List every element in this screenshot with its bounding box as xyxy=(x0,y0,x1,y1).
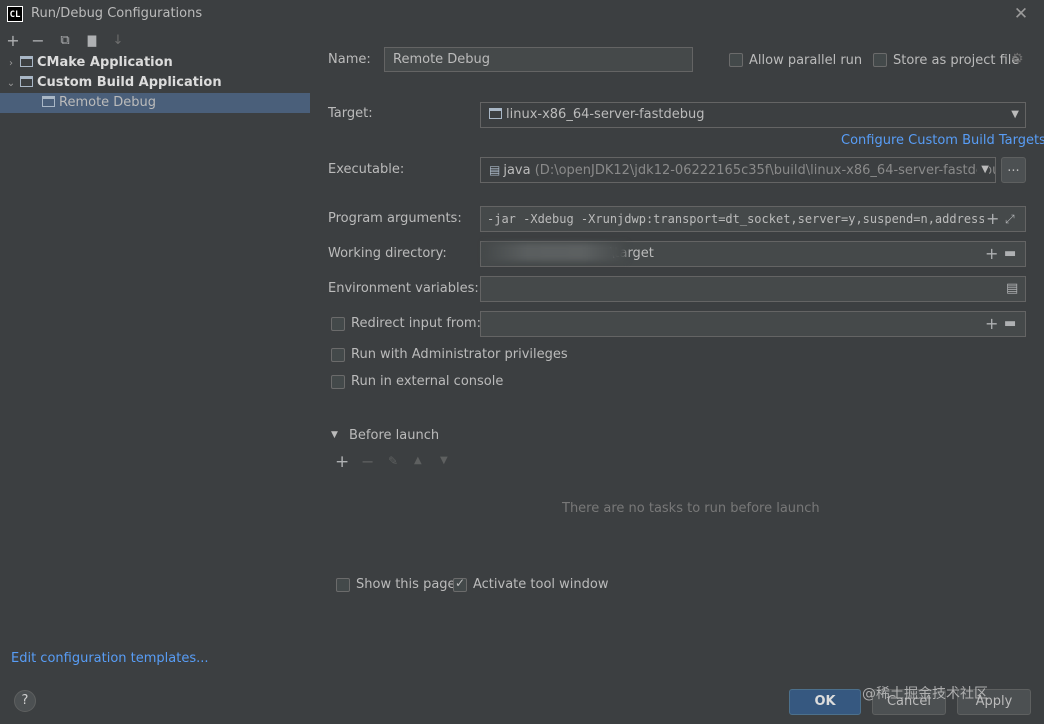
folder-icon[interactable]: ▬ xyxy=(1004,312,1016,336)
executable-name: java xyxy=(503,163,531,178)
chevron-down-icon[interactable]: ⌄ xyxy=(4,74,18,94)
show-this-page-checkbox[interactable] xyxy=(336,578,350,592)
expand-icon[interactable]: ⤢ xyxy=(1005,207,1015,231)
configure-custom-build-targets-link[interactable]: Configure Custom Build Targets xyxy=(841,133,1044,148)
program-arguments-label: Program arguments: xyxy=(328,211,462,226)
activate-tool-window-label: Activate tool window xyxy=(473,577,609,592)
help-button[interactable]: ? xyxy=(14,690,36,712)
window-title: Run/Debug Configurations xyxy=(31,6,203,21)
show-this-page-label: Show this page xyxy=(356,577,456,592)
executable-path: (D:\openJDK12\jdk12-06222165c35f\build\l… xyxy=(534,163,996,178)
edit-list-icon[interactable]: ▤ xyxy=(1006,277,1018,301)
tree-item-remote-debug[interactable]: Remote Debug xyxy=(0,93,310,113)
environment-variables-input[interactable] xyxy=(480,276,1026,302)
run-as-admin-checkbox[interactable] xyxy=(331,348,345,362)
java-file-icon: ▤ xyxy=(489,163,501,177)
add-icon[interactable]: + xyxy=(984,207,1002,231)
target-value: linux-x86_64-server-fastdebug xyxy=(506,107,705,122)
tree-item-label: Custom Build Application xyxy=(37,75,222,90)
collapse-triangle-icon[interactable]: ▼ xyxy=(331,430,338,440)
redacted-path xyxy=(484,243,626,261)
remove-icon[interactable]: − xyxy=(29,32,47,50)
new-folder-icon[interactable]: ▇ xyxy=(83,32,101,50)
before-launch-title[interactable]: Before launch xyxy=(349,428,439,443)
tree-item-custom-build-application[interactable]: ⌄ Custom Build Application xyxy=(0,73,310,93)
tree-item-label: Remote Debug xyxy=(59,95,157,110)
name-label: Name: xyxy=(328,52,371,67)
working-directory-label: Working directory: xyxy=(328,246,447,261)
edit-task-icon[interactable]: ✎ xyxy=(388,454,398,468)
run-as-admin-label: Run with Administrator privileges xyxy=(351,347,568,362)
program-arguments-input[interactable]: -jar -Xdebug -Xrunjdwp:transport=dt_sock… xyxy=(480,206,1026,232)
chevron-down-icon: ▼ xyxy=(977,158,989,182)
allow-parallel-run-label: Allow parallel run xyxy=(749,53,863,68)
redirect-input-checkbox[interactable] xyxy=(331,317,345,331)
title-bar: CL Run/Debug Configurations ✕ xyxy=(0,0,1044,30)
move-down-icon[interactable]: ▼ xyxy=(440,455,448,466)
custom-build-config-icon xyxy=(20,76,33,87)
activate-tool-window-checkbox[interactable] xyxy=(453,576,467,592)
store-as-project-file-label: Store as project file xyxy=(893,53,1020,68)
chevron-down-icon: ▼ xyxy=(1011,109,1019,120)
target-icon xyxy=(489,108,502,119)
target-combobox[interactable]: linux-x86_64-server-fastdebug ▼ xyxy=(480,102,1026,128)
name-input[interactable]: Remote Debug xyxy=(384,47,693,72)
remove-task-icon[interactable]: − xyxy=(361,452,374,471)
close-icon[interactable]: ✕ xyxy=(1012,4,1030,24)
remote-debug-config-icon xyxy=(42,96,55,107)
ok-button[interactable]: OK xyxy=(789,689,861,715)
move-up-icon[interactable]: ▲ xyxy=(414,455,422,466)
clion-app-icon: CL xyxy=(7,6,23,22)
tree-item-cmake-application[interactable]: › CMake Application xyxy=(0,53,310,73)
store-as-project-file-checkbox[interactable] xyxy=(873,53,887,67)
browse-executable-button[interactable]: ... xyxy=(1001,157,1026,183)
copy-icon[interactable]: ⧉ xyxy=(56,32,74,50)
insert-macro-icon[interactable]: + xyxy=(985,312,998,336)
folder-icon[interactable]: ▬ xyxy=(1004,242,1016,266)
executable-label: Executable: xyxy=(328,162,405,177)
executable-combobox[interactable]: ▤ java (D:\openJDK12\jdk12-06222165c35f\b… xyxy=(480,157,996,183)
allow-parallel-run-checkbox[interactable] xyxy=(729,53,743,67)
chevron-right-icon[interactable]: › xyxy=(4,54,18,74)
run-in-external-console-label: Run in external console xyxy=(351,374,504,389)
config-tree: › CMake Application ⌄ Custom Build Applica… xyxy=(0,53,310,113)
redirect-input-label: Redirect input from: xyxy=(351,316,481,331)
cmake-config-icon xyxy=(20,56,33,67)
add-icon[interactable]: + xyxy=(4,32,22,50)
tree-item-label: CMake Application xyxy=(37,55,173,70)
watermark: @稀土掘金技术社区 xyxy=(862,686,988,702)
insert-macro-icon[interactable]: + xyxy=(985,242,998,266)
edit-configuration-templates-link[interactable]: Edit configuration templates... xyxy=(11,651,209,666)
environment-variables-label: Environment variables: xyxy=(328,281,479,296)
add-task-icon[interactable]: + xyxy=(335,452,349,472)
target-label: Target: xyxy=(328,106,373,121)
redirect-input-field[interactable] xyxy=(480,311,1026,337)
sort-icon[interactable]: ↓ xyxy=(109,32,127,50)
no-tasks-message: There are no tasks to run before launch xyxy=(562,501,820,516)
run-in-external-console-checkbox[interactable] xyxy=(331,375,345,389)
gear-icon[interactable]: ⚙ xyxy=(1011,51,1024,67)
